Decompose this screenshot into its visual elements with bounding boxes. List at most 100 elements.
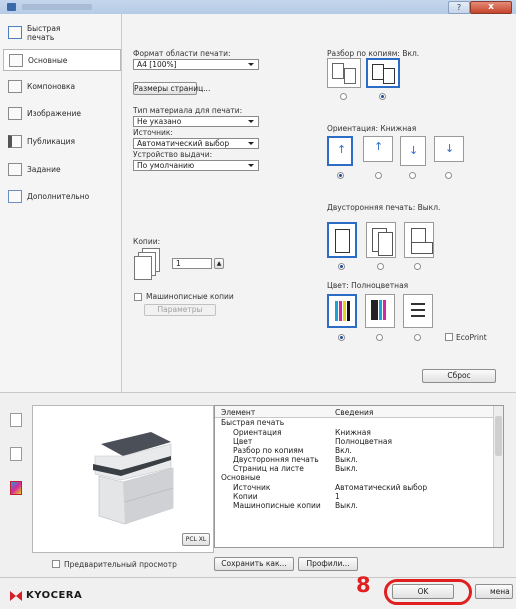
color-full-option[interactable] — [327, 294, 357, 328]
page-icon — [335, 229, 350, 253]
collate-off-option[interactable] — [327, 58, 361, 88]
duplex-off-radio[interactable] — [338, 263, 345, 270]
sidebar-item-image[interactable]: Изображение — [3, 103, 119, 125]
ecoprint-checkbox[interactable] — [445, 333, 453, 341]
sidebar-item-publishing[interactable]: Публикация — [3, 131, 119, 153]
quick-print-icon — [8, 26, 22, 39]
sidebar-item-advanced[interactable]: Дополнительно — [3, 186, 119, 208]
color-label: Цвет: Полноцветная — [327, 281, 409, 290]
color-mono-radio[interactable] — [414, 334, 421, 341]
table-row[interactable]: Основные — [215, 473, 493, 482]
printer-view-icon[interactable] — [10, 413, 22, 427]
collate-off-radio[interactable] — [340, 93, 347, 100]
duplex-short-edge-option[interactable] — [404, 222, 434, 258]
collate-on-option[interactable] — [366, 58, 400, 88]
bottom-area: PCL XL Элемент Сведения Быстрая печать О… — [0, 392, 516, 609]
color-full-radio[interactable] — [338, 334, 345, 341]
preview-checkbox-label: Предварительный просмотр — [64, 560, 177, 569]
printer-preview — [32, 405, 214, 553]
table-row[interactable]: Быстрая печать — [215, 418, 493, 427]
source-select[interactable]: Автоматический выбор — [133, 138, 259, 149]
title-bar: ? x — [0, 0, 516, 15]
page-view-icon[interactable] — [10, 447, 22, 461]
scrollbar-thumb[interactable] — [495, 416, 502, 456]
media-type-select[interactable]: Не указано — [133, 116, 259, 127]
table-row[interactable]: Источник Автоматический выбор — [215, 483, 493, 492]
close-button[interactable]: x — [470, 1, 512, 14]
sidebar-item-label: Быстрая печать — [27, 24, 61, 42]
sidebar-item-label: Изображение — [27, 109, 81, 118]
ecoprint-label: EcoPrint — [456, 333, 487, 342]
view-toggle-icons — [10, 413, 26, 513]
color-mono-option[interactable] — [403, 294, 433, 328]
app-icon — [7, 3, 16, 11]
collate-label: Машинописные копии — [146, 292, 234, 301]
orientation-landscape-rotated-radio[interactable] — [445, 172, 452, 179]
orientation-landscape-radio[interactable] — [375, 172, 382, 179]
source-value: Автоматический выбор — [137, 139, 230, 148]
table-row[interactable]: Страниц на листе Выкл. — [215, 464, 493, 473]
orientation-landscape-option[interactable]: ↑ — [363, 136, 393, 162]
profiles-button[interactable]: Профили... — [298, 557, 358, 571]
job-icon — [8, 163, 22, 176]
sidebar-item-job[interactable]: Задание — [3, 159, 119, 181]
sidebar-item-label: Компоновка — [27, 82, 76, 91]
sidebar-item-quick-print[interactable]: Быстрая печать — [3, 22, 119, 44]
arrow-up-icon: ↑ — [374, 140, 384, 153]
sidebar-item-basic[interactable]: Основные — [3, 49, 121, 71]
output-value: По умолчанию — [137, 161, 195, 170]
collate-checkbox[interactable] — [134, 293, 142, 301]
output-select[interactable]: По умолчанию — [133, 160, 259, 171]
page-size-button[interactable]: Размеры страниц... — [133, 82, 210, 95]
duplex-long-edge-radio[interactable] — [377, 263, 384, 270]
copies-input[interactable]: 1 — [172, 258, 212, 269]
duplex-long-edge-option[interactable] — [366, 222, 396, 258]
arrow-down-icon: ↓ — [445, 142, 455, 155]
scrollbar[interactable] — [493, 406, 503, 547]
column-header: Элемент — [221, 408, 256, 417]
table-row[interactable]: Ориентация Книжная — [215, 428, 493, 437]
duplex-off-option[interactable] — [327, 222, 357, 258]
orientation-portrait-option[interactable]: ↑ — [327, 136, 353, 166]
orientation-landscape-rotated-option[interactable]: ↓ — [434, 136, 464, 162]
sidebar-item-label: Основные — [28, 56, 68, 65]
table-row[interactable]: Копии 1 — [215, 492, 493, 501]
collate-on-radio[interactable] — [379, 93, 386, 100]
save-as-button[interactable]: Сохранить как... — [214, 557, 294, 571]
color-bar-icon — [383, 300, 386, 320]
orientation-portrait-radio[interactable] — [337, 172, 344, 179]
step-number: 8 — [356, 573, 371, 597]
color-view-icon[interactable] — [10, 481, 22, 495]
image-icon — [8, 107, 22, 120]
print-size-select[interactable]: A4 [100%] — [133, 59, 259, 70]
help-button[interactable]: ? — [448, 1, 470, 14]
reset-button[interactable]: Сброс — [422, 369, 496, 383]
orientation-portrait-rotated-option[interactable]: ↓ — [400, 136, 426, 166]
color-auto-option[interactable] — [365, 294, 395, 328]
page-icon — [411, 242, 433, 254]
duplex-label: Двусторонняя печать: Выкл. — [327, 203, 441, 212]
output-label: Устройство выдачи: — [133, 150, 213, 159]
duplex-short-edge-radio[interactable] — [414, 263, 421, 270]
ok-button[interactable]: OK — [392, 584, 454, 599]
color-auto-radio[interactable] — [376, 334, 383, 341]
pcl-badge: PCL XL — [182, 533, 210, 546]
column-header: Сведения — [335, 408, 374, 417]
copies-icon — [134, 248, 160, 280]
properties-table: Элемент Сведения Быстрая печать Ориентац… — [214, 405, 504, 548]
table-row[interactable]: Разбор по копиям Вкл. — [215, 446, 493, 455]
media-type-value: Не указано — [137, 117, 182, 126]
params-button[interactable]: Параметры — [144, 304, 216, 316]
orientation-portrait-rotated-radio[interactable] — [409, 172, 416, 179]
table-row[interactable]: Цвет Полноцветная — [215, 437, 493, 446]
copies-label: Копии: — [133, 237, 161, 246]
table-row[interactable]: Двусторонняя печать Выкл. — [215, 455, 493, 464]
print-preferences-dialog: ? x Быстрая печать Основные Компоновка И… — [0, 0, 516, 609]
table-row[interactable]: Машинописные копии Выкл. — [215, 501, 493, 510]
arrow-down-icon: ↓ — [409, 144, 419, 157]
sidebar-item-layout[interactable]: Компоновка — [3, 76, 119, 98]
cancel-button[interactable]: мена — [475, 584, 513, 599]
copies-stepper[interactable]: ▲ — [214, 258, 224, 269]
preview-checkbox[interactable] — [52, 560, 60, 568]
color-bar-icon — [335, 301, 338, 321]
